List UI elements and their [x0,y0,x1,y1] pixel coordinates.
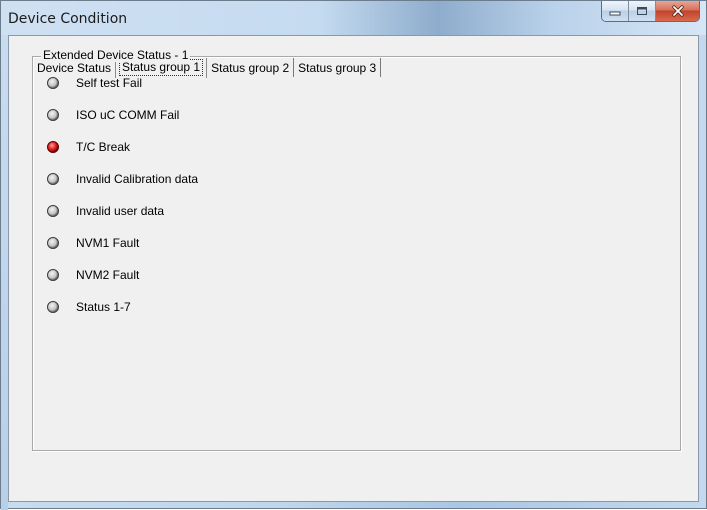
status-led-icon [47,77,59,89]
status-label: NVM1 Fault [76,236,140,250]
status-led-icon [47,237,59,249]
status-label: Status 1-7 [76,300,131,314]
status-led-icon [47,173,59,185]
minimize-icon [609,11,621,16]
close-button[interactable] [655,1,699,21]
title-bar[interactable]: Device Condition [1,1,706,35]
caption-buttons [601,1,700,22]
status-label: Self test Fail [76,76,143,90]
maximize-icon [637,7,647,15]
status-led-icon [47,141,59,153]
status-row-self-test-fail: Self test Fail [47,75,198,91]
status-row-nvm2-fault: NVM2 Fault [47,267,198,283]
minimize-button[interactable] [602,1,628,21]
status-label: ISO uC COMM Fail [76,108,180,122]
status-label: Invalid user data [76,204,165,218]
maximize-button[interactable] [628,1,655,21]
status-label: Invalid Calibration data [76,172,199,186]
status-label: NVM2 Fault [76,268,140,282]
status-row-tc-break: T/C Break [47,139,198,155]
status-led-icon [47,301,59,313]
close-icon [671,5,684,17]
window-left-border [1,35,8,510]
status-row-iso-uc-comm-fail: ISO uC COMM Fail [47,107,198,123]
window-title: Device Condition [8,11,128,27]
status-row-status-1-7: Status 1-7 [47,299,198,315]
status-row-invalid-calibration-data: Invalid Calibration data [47,171,198,187]
device-condition-window: Device Condition Device Status Status gr… [0,0,707,510]
status-led-icon [47,205,59,217]
status-row-nvm1-fault: NVM1 Fault [47,235,198,251]
status-led-icon [47,109,59,121]
status-row-invalid-user-data: Invalid user data [47,203,198,219]
status-list: Self test Fail ISO uC COMM Fail T/C Brea… [47,75,198,331]
group-label: Extended Device Status - 1 [41,48,191,62]
status-label: T/C Break [76,140,131,154]
status-led-icon [47,269,59,281]
